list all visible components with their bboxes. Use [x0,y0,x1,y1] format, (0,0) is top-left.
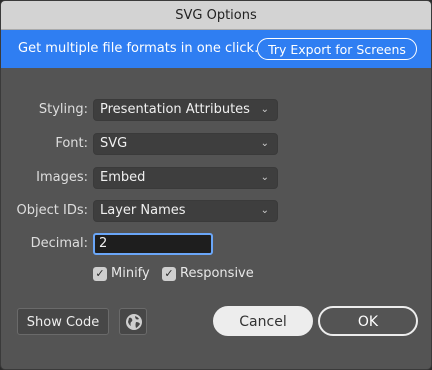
styling-value: Presentation Attributes [100,102,250,117]
font-label: Font: [55,136,88,151]
svg-options-dialog: SVG Options Get multiple file formats in… [0,0,432,370]
web-preview-button[interactable] [119,308,147,335]
object-ids-label: Object IDs: [16,203,88,218]
styling-label: Styling: [38,102,88,117]
export-banner: Get multiple file formats in one click. … [1,30,431,68]
font-value: SVG [100,136,128,151]
minify-label: Minify [111,266,150,281]
globe-icon [126,314,142,330]
decimal-input[interactable]: 2 [93,233,213,255]
banner-text: Get multiple file formats in one click. [18,41,259,56]
try-export-for-screens-button[interactable]: Try Export for Screens [257,38,417,60]
decimal-row: Decimal: 2 [1,233,431,255]
chevron-down-icon: ⌄ [260,205,269,216]
chevron-down-icon: ⌄ [260,138,269,149]
cancel-button[interactable]: Cancel [213,306,313,336]
styling-select[interactable]: Presentation Attributes ⌄ [93,99,278,121]
checkmark-icon: ✓ [93,267,107,281]
responsive-label: Responsive [180,266,254,281]
object-ids-select[interactable]: Layer Names ⌄ [93,200,278,222]
object-ids-value: Layer Names [100,203,186,218]
images-label: Images: [36,170,88,185]
images-row: Images: Embed ⌄ [1,167,431,189]
chevron-down-icon: ⌄ [260,104,269,115]
dialog-title: SVG Options [1,1,431,30]
font-select[interactable]: SVG ⌄ [93,133,278,155]
show-code-button[interactable]: Show Code [17,308,109,335]
images-select[interactable]: Embed ⌄ [93,167,278,189]
chevron-down-icon: ⌄ [260,172,269,183]
options-row: ✓ Minify ✓ Responsive [1,264,431,286]
checkmark-icon: ✓ [162,267,176,281]
object-ids-row: Object IDs: Layer Names ⌄ [1,200,431,222]
font-row: Font: SVG ⌄ [1,133,431,155]
images-value: Embed [100,170,146,185]
styling-row: Styling: Presentation Attributes ⌄ [1,99,431,121]
ok-button[interactable]: OK [318,306,418,336]
decimal-label: Decimal: [30,236,88,251]
